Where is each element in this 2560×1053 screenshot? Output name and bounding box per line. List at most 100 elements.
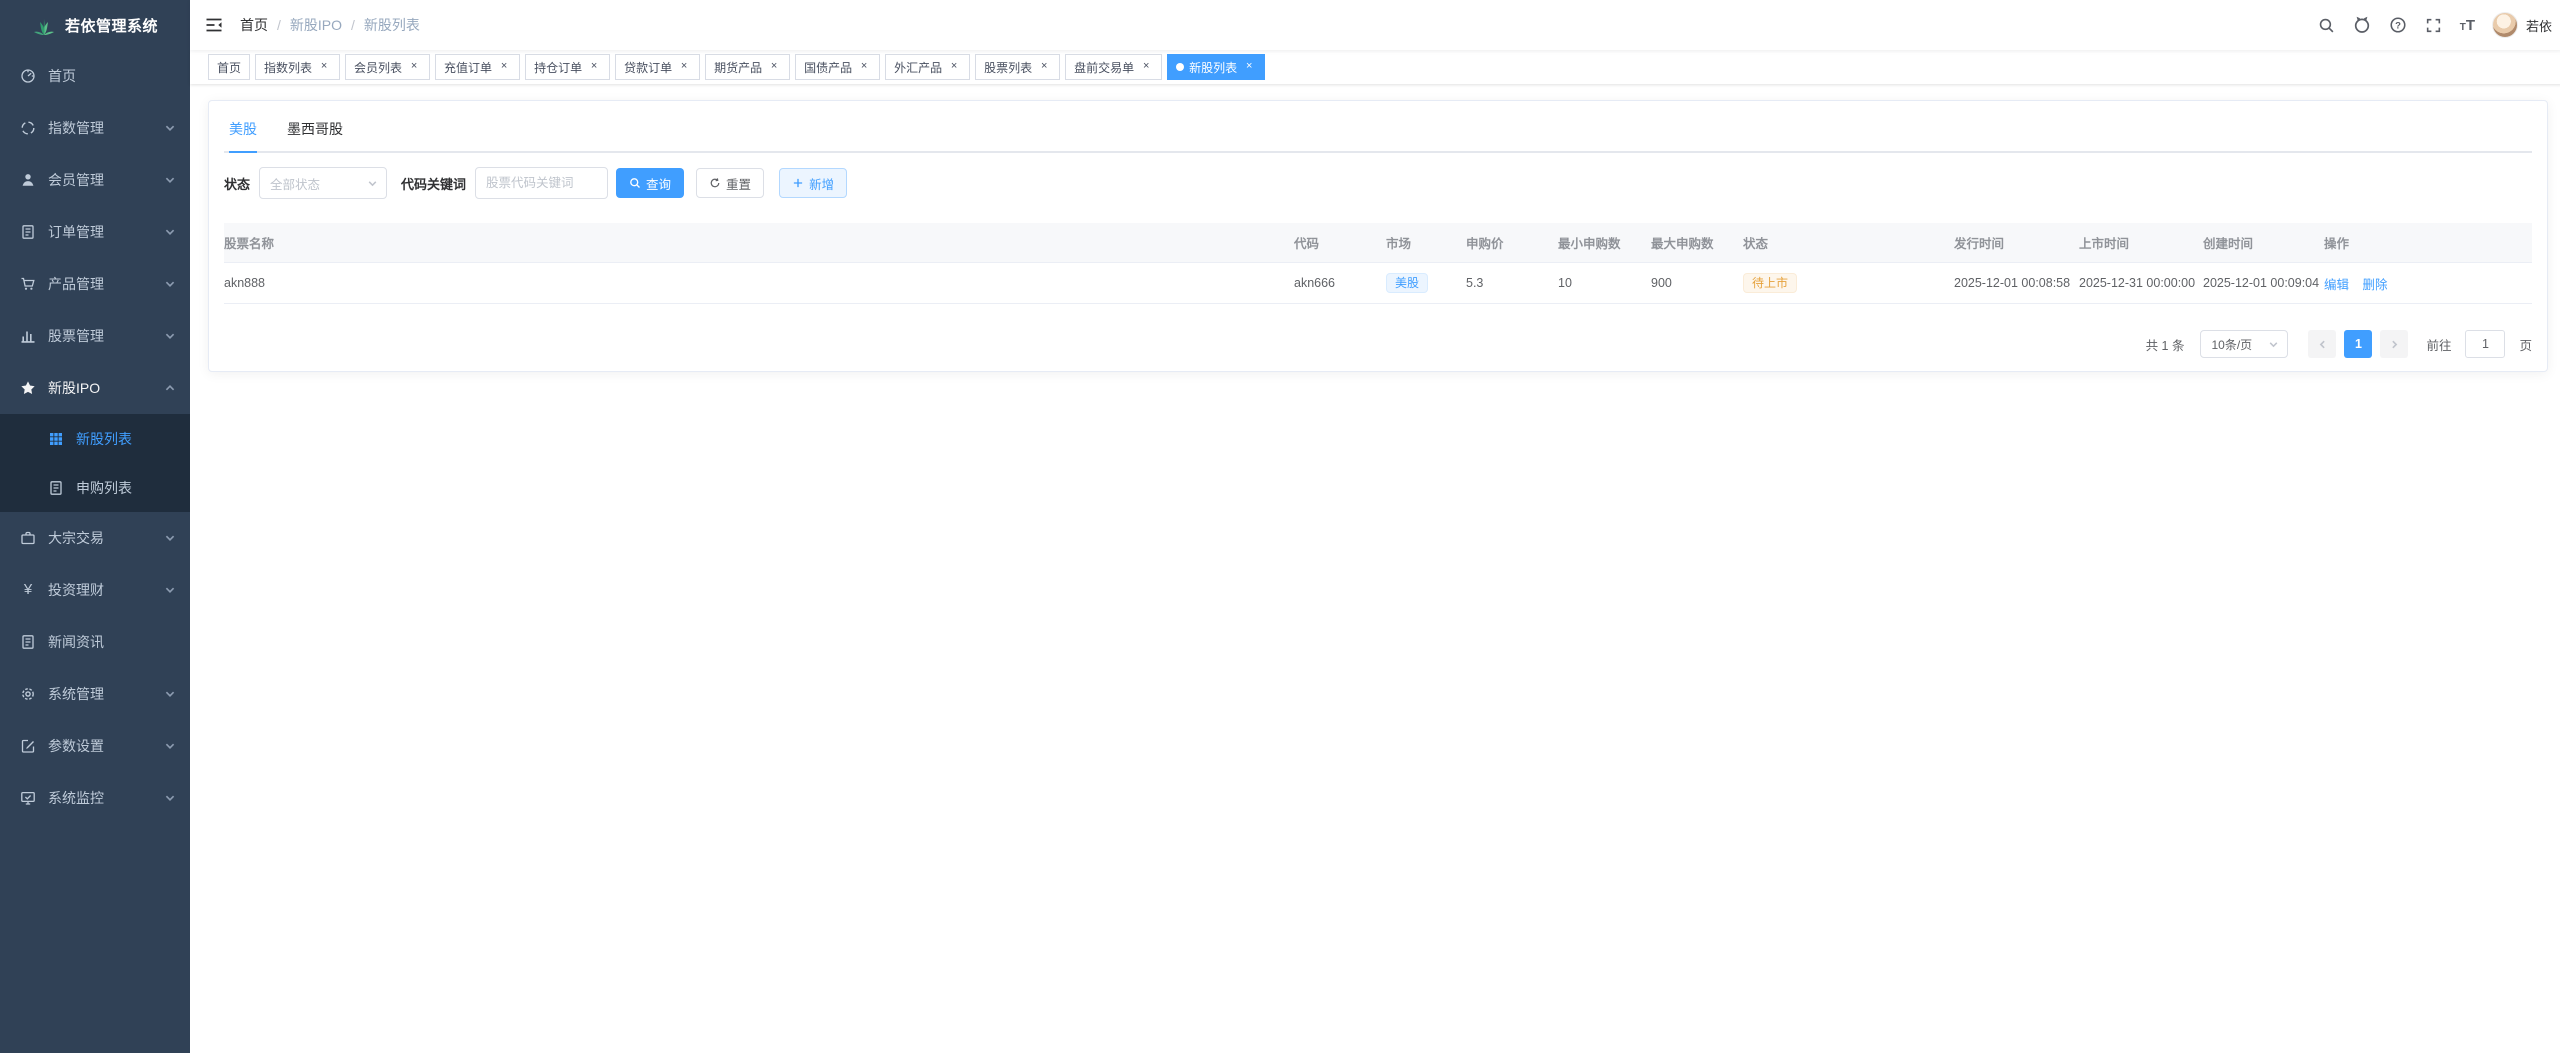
status-badge: 待上市 — [1743, 273, 1797, 293]
cell-min-subscribe: 10 — [1558, 263, 1651, 304]
sidebar-item-home[interactable]: 首页 — [0, 50, 190, 102]
sidebar-item-news[interactable]: 新闻资讯 — [0, 616, 190, 668]
sidebar-item-index-mgmt[interactable]: 指数管理 — [0, 102, 190, 154]
help-button[interactable]: ? — [2380, 0, 2416, 50]
sidebar-item-subscription-list[interactable]: 申购列表 — [0, 463, 190, 512]
delete-link[interactable]: 删除 — [2363, 278, 2388, 292]
sidebar-item-label: 系统管理 — [48, 684, 164, 704]
cell-status: 待上市 — [1743, 263, 1954, 304]
sidebar-item-product-mgmt[interactable]: 产品管理 — [0, 258, 190, 310]
leaf-logo-icon — [32, 13, 56, 37]
navbar: 首页 / 新股IPO / 新股列表 — [190, 0, 2560, 50]
tag-loan-orders[interactable]: 贷款订单 × — [615, 54, 700, 80]
sidebar-item-stock-mgmt[interactable]: 股票管理 — [0, 310, 190, 362]
page-size-select[interactable]: 10条/页 — [2200, 330, 2288, 358]
main-area: 首页 / 新股IPO / 新股列表 — [190, 0, 2560, 1053]
tag-stock-list[interactable]: 股票列表 × — [975, 54, 1060, 80]
status-label: 状态 — [224, 174, 250, 193]
tag-home[interactable]: 首页 — [208, 54, 250, 80]
status-select[interactable]: 全部状态 — [259, 167, 387, 199]
chevron-down-icon — [164, 174, 176, 186]
prev-page-button[interactable] — [2308, 330, 2336, 358]
sidebar-item-system-monitor[interactable]: 系统监控 — [0, 772, 190, 824]
close-icon[interactable]: × — [947, 60, 961, 74]
cell-stock-name: akn888 — [224, 263, 1294, 304]
sidebar-item-system-mgmt[interactable]: 系统管理 — [0, 668, 190, 720]
col-issue-time: 发行时间 — [1954, 223, 2079, 263]
sidebar-item-label: 订单管理 — [48, 222, 164, 242]
page-unit-label: 页 — [2519, 335, 2532, 354]
col-listing-time: 上市时间 — [2079, 223, 2203, 263]
close-icon[interactable]: × — [767, 60, 781, 74]
close-icon[interactable]: × — [497, 60, 511, 74]
tag-position-orders[interactable]: 持仓订单 × — [525, 54, 610, 80]
close-icon[interactable]: × — [317, 60, 331, 74]
logo[interactable]: 若依管理系统 — [0, 0, 190, 50]
breadcrumb: 首页 / 新股IPO / 新股列表 — [240, 15, 420, 35]
help-icon: ? — [2389, 16, 2407, 34]
refresh-icon — [709, 177, 721, 189]
tag-futures-products[interactable]: 期货产品 × — [705, 54, 790, 80]
add-button[interactable]: 新增 — [779, 168, 847, 198]
avatar[interactable] — [2492, 12, 2518, 38]
close-icon[interactable]: × — [407, 60, 421, 74]
sidebar-item-label: 新闻资讯 — [48, 632, 176, 652]
keyword-input[interactable] — [475, 167, 608, 199]
page-number-1[interactable]: 1 — [2344, 330, 2372, 358]
sidebar-item-label: 股票管理 — [48, 326, 164, 346]
close-icon[interactable]: × — [1139, 60, 1153, 74]
username[interactable]: 若依 — [2526, 16, 2552, 35]
svg-text:?: ? — [2395, 20, 2401, 31]
search-button[interactable]: 查询 — [616, 168, 684, 198]
tag-label: 国债产品 — [804, 59, 852, 76]
sidebar-item-ipo[interactable]: 新股IPO — [0, 362, 190, 414]
close-icon[interactable]: × — [1242, 60, 1256, 74]
sidebar-item-investment[interactable]: ¥ 投资理财 — [0, 564, 190, 616]
tag-ipo-list[interactable]: 新股列表 × — [1167, 54, 1265, 80]
tag-treasury-products[interactable]: 国债产品 × — [795, 54, 880, 80]
sidebar-item-param-settings[interactable]: 参数设置 — [0, 720, 190, 772]
chevron-down-icon — [164, 330, 176, 342]
sidebar-item-order-mgmt[interactable]: 订单管理 — [0, 206, 190, 258]
next-page-button[interactable] — [2380, 330, 2408, 358]
font-size-button[interactable]: TT — [2451, 0, 2484, 50]
breadcrumb-home[interactable]: 首页 — [240, 15, 268, 35]
sidebar-item-label: 指数管理 — [48, 118, 164, 138]
fullscreen-button[interactable] — [2416, 0, 2451, 50]
goto-page-input[interactable] — [2465, 330, 2505, 358]
cell-subscribe-price: 5.3 — [1466, 263, 1558, 304]
close-icon[interactable]: × — [857, 60, 871, 74]
keyword-label: 代码关键词 — [401, 174, 466, 193]
sidebar-item-ipo-list[interactable]: 新股列表 — [0, 414, 190, 463]
github-button[interactable] — [2344, 0, 2380, 50]
close-icon[interactable]: × — [677, 60, 691, 74]
col-market: 市场 — [1386, 223, 1466, 263]
sidebar-submenu-ipo: 新股列表 申购列表 — [0, 414, 190, 512]
sidebar-toggle-button[interactable] — [190, 0, 238, 50]
app-root: 若依管理系统 首页 指数管理 会员管理 — [0, 0, 2560, 1053]
tab-us-stock[interactable]: 美股 — [229, 109, 257, 153]
news-icon — [20, 634, 36, 650]
content-card: 美股 墨西哥股 状态 全部状态 代码关键词 查询 — [208, 100, 2548, 372]
tag-premarket-orders[interactable]: 盘前交易单 × — [1065, 54, 1162, 80]
filter-bar: 状态 全部状态 代码关键词 查询 — [224, 167, 2532, 199]
tab-mexico-stock[interactable]: 墨西哥股 — [287, 109, 343, 153]
tag-forex-products[interactable]: 外汇产品 × — [885, 54, 970, 80]
user-icon — [20, 172, 36, 188]
breadcrumb-separator: / — [277, 17, 281, 33]
tag-recharge-orders[interactable]: 充值订单 × — [435, 54, 520, 80]
close-icon[interactable]: × — [587, 60, 601, 74]
sidebar-item-label: 新股列表 — [76, 429, 176, 449]
sidebar-item-label: 产品管理 — [48, 274, 164, 294]
tag-index-list[interactable]: 指数列表 × — [255, 54, 340, 80]
sidebar-item-block-trade[interactable]: 大宗交易 — [0, 512, 190, 564]
sidebar-item-member-mgmt[interactable]: 会员管理 — [0, 154, 190, 206]
chevron-up-icon — [164, 382, 176, 394]
close-icon[interactable]: × — [1037, 60, 1051, 74]
ipo-table: 股票名称 代码 市场 申购价 最小申购数 最大申购数 状态 发行时间 上市时间 … — [224, 223, 2532, 304]
edit-link[interactable]: 编辑 — [2324, 278, 2349, 292]
search-button[interactable] — [2309, 0, 2344, 50]
reset-button[interactable]: 重置 — [696, 168, 764, 198]
tag-member-list[interactable]: 会员列表 × — [345, 54, 430, 80]
gear-icon — [20, 686, 36, 702]
